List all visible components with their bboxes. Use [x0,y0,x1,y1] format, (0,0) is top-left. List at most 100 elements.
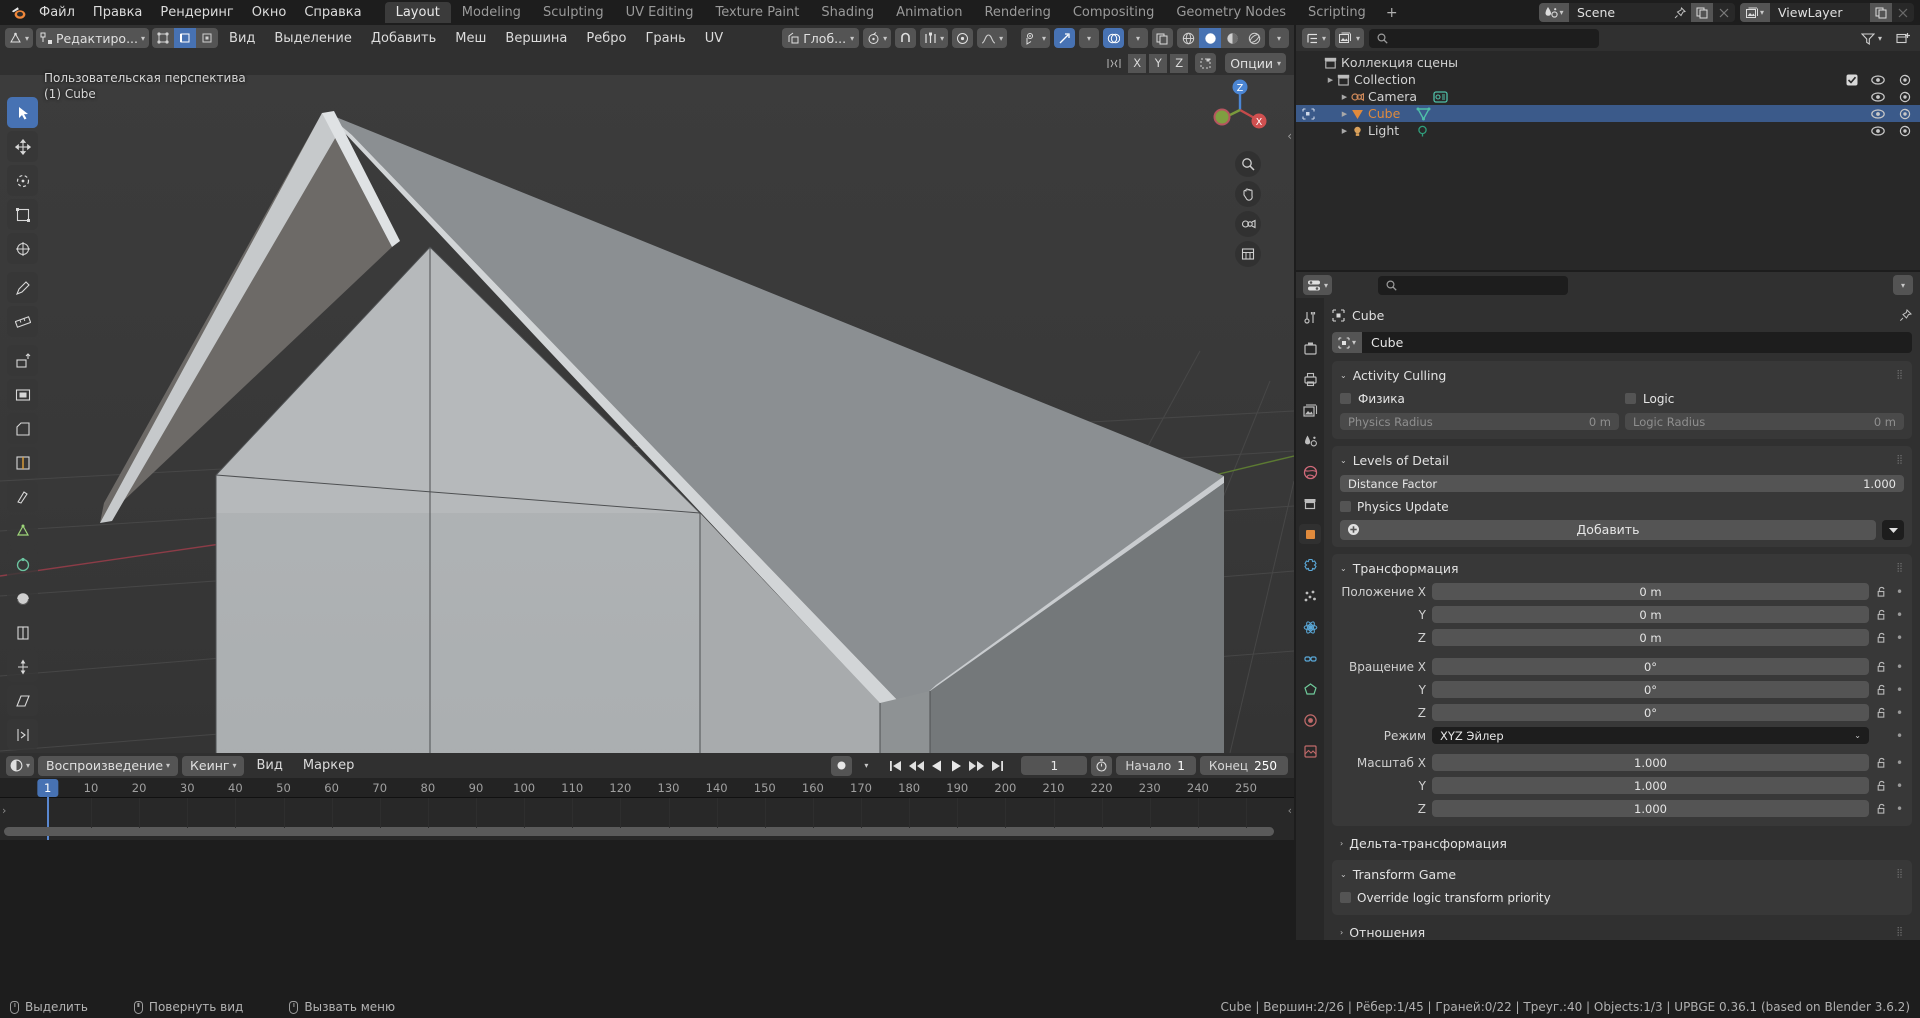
timeline-editor-type-button[interactable]: ▾ [6,755,35,776]
proportional-falloff-button[interactable]: ▾ [977,28,1008,48]
next-keyframe-button[interactable] [968,759,985,773]
outliner-row-light[interactable]: ▶ Light [1296,122,1920,139]
viewport-options-button[interactable]: Опции ▾ [1225,53,1286,73]
jump-to-end-button[interactable] [990,759,1005,773]
tab-texture[interactable] [1299,741,1321,761]
add-workspace-button[interactable]: + [1377,2,1407,24]
gizmo-dropdown-button[interactable]: ▾ [1079,28,1099,48]
hide-in-viewport-icon[interactable] [1871,91,1885,103]
outliner-row-collection[interactable]: ▶ Collection [1296,71,1920,88]
panel-delta-transform-header[interactable]: › Дельта-трансформация [1340,833,1904,853]
snap-pivot-button[interactable]: ▾ [863,28,892,48]
tool-spin[interactable] [7,549,38,580]
rotation-x-animate-dot[interactable]: • [1895,660,1904,674]
menu-select[interactable]: Выделение [266,30,359,47]
overlays-toggle-button[interactable] [1103,28,1124,48]
tab-render[interactable] [1299,338,1321,358]
transform-orientation-selector[interactable]: Глоб... ▾ [782,28,860,48]
location-z-animate-dot[interactable]: • [1895,631,1904,645]
hide-in-viewport-icon[interactable] [1871,125,1885,137]
hide-in-viewport-icon[interactable] [1871,74,1885,86]
app-menu-2[interactable]: Рендеринг [151,3,242,22]
rotation-x-lock-icon[interactable] [1875,661,1889,673]
properties-options-dropdown[interactable]: ▾ [1893,275,1913,295]
workspace-tab-geometry-nodes[interactable]: Geometry Nodes [1165,2,1297,23]
location-y-field[interactable]: 0 m [1432,606,1869,623]
pin-scene-icon[interactable] [1669,3,1691,22]
snap-settings-button[interactable]: ▾ [920,28,949,48]
outliner-row-cube[interactable]: ▶ Cube [1296,105,1920,122]
current-frame-field[interactable]: 1 [1021,756,1088,775]
restrict-select-icon[interactable] [1302,107,1315,120]
disclosure-triangle-icon[interactable]: ▶ [1324,76,1337,84]
new-scene-button[interactable] [1691,3,1713,22]
auto-keying-dropdown[interactable]: ▾ [856,756,876,776]
timeline-ruler[interactable]: 10 20 30 40 50 60 70 80 90 100 110 120 130 140 150 160 1… [0,778,1294,798]
tool-poly-build[interactable] [7,515,38,546]
workspace-tab-animation[interactable]: Animation [885,2,973,23]
outliner-display-mode-button[interactable]: ▾ [1335,28,1365,48]
location-z-lock-icon[interactable] [1875,632,1889,644]
light-data-icon[interactable] [1415,124,1430,138]
timeline-marker-menu[interactable]: Маркер [295,757,363,774]
mirror-x-button[interactable]: X [1128,53,1147,73]
workspace-tab-rendering[interactable]: Rendering [973,2,1061,23]
panel-transform-game-header[interactable]: ⌄ Transform Game ⣿ [1340,864,1904,884]
tool-smooth[interactable] [7,583,38,614]
shading-dropdown-button[interactable]: ▾ [1269,28,1289,48]
tool-bevel[interactable] [7,413,38,444]
mesh-select-mode-group[interactable] [152,28,219,48]
tool-shrink-fatten[interactable] [7,651,38,682]
object-id-icon[interactable]: ▾ [1332,332,1362,353]
tab-scene[interactable] [1299,431,1321,451]
editor-type-button[interactable]: ▾ [5,28,34,48]
tool-shear[interactable] [7,685,38,716]
scale-y-lock-icon[interactable] [1875,780,1889,792]
disable-in-render-icon[interactable] [1898,108,1912,120]
tool-rip-region[interactable] [7,719,38,750]
zoom-view-button[interactable] [1235,151,1261,177]
physics-checkbox[interactable] [1340,393,1351,404]
toggle-perspective-button[interactable] [1235,241,1261,267]
face-select-mode-button[interactable] [196,28,219,48]
viewport-sidebar-toggle[interactable]: ‹ [1287,129,1292,143]
frame-start-field[interactable]: Начало 1 [1116,756,1196,775]
material-preview-button[interactable] [1221,28,1243,48]
mirror-z-button[interactable]: Z [1170,53,1189,73]
panel-levels-of-detail-header[interactable]: ⌄ Levels of Detail ⣿ [1340,450,1904,470]
rotation-z-lock-icon[interactable] [1875,707,1889,719]
rotation-mode-animate-dot[interactable]: • [1895,729,1904,743]
jump-to-start-button[interactable] [888,759,903,773]
tool-transform[interactable] [7,233,38,264]
rotation-y-animate-dot[interactable]: • [1895,683,1904,697]
disable-in-render-icon[interactable] [1898,125,1912,137]
pin-id-icon[interactable] [1899,308,1912,322]
location-x-animate-dot[interactable]: • [1895,585,1904,599]
outliner-row-scene-collection[interactable]: Коллекция сцены [1296,54,1920,71]
snap-magnet-button[interactable] [895,28,917,48]
disclosure-triangle-icon[interactable]: ▶ [1338,110,1351,118]
tool-annotate[interactable] [7,272,38,303]
tab-output[interactable] [1299,369,1321,389]
app-menu-0[interactable]: Файл [30,3,84,22]
tool-scale[interactable] [7,199,38,230]
physics-update-checkbox[interactable] [1340,501,1351,512]
timeline-view-menu[interactable]: Вид [248,757,290,774]
logic-checkbox[interactable] [1625,393,1636,404]
timeline-horizontal-scrollbar[interactable] [4,827,1274,836]
tab-particles[interactable] [1299,586,1321,606]
scale-z-field[interactable]: 1.000 [1432,800,1869,817]
outliner-editor-type-button[interactable]: ▾ [1302,28,1331,48]
rotation-y-lock-icon[interactable] [1875,684,1889,696]
menu-mesh[interactable]: Меш [447,30,494,47]
scene-selector[interactable]: ▾ Scene [1539,3,1735,22]
scale-x-field[interactable]: 1.000 [1432,754,1869,771]
disable-in-render-icon[interactable] [1898,91,1912,103]
panel-activity-culling-header[interactable]: ⌄ Activity Culling ⣿ [1340,365,1904,385]
remove-scene-button[interactable] [1713,3,1735,22]
collection-exclude-checkbox[interactable] [1846,74,1858,86]
panel-transform-header[interactable]: ⌄ Трансформация ⣿ [1340,558,1904,578]
timeline-playback-menu[interactable]: Воспроизведение ▾ [38,755,179,776]
scale-z-lock-icon[interactable] [1875,803,1889,815]
tab-physics[interactable] [1299,617,1321,637]
